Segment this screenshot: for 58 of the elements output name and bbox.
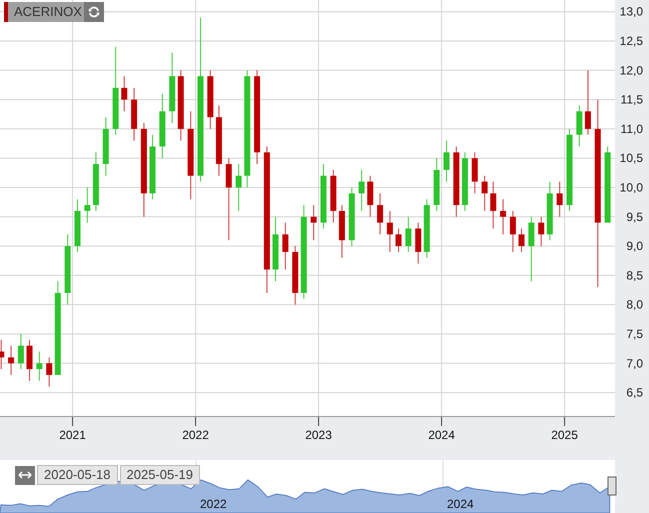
refresh-icon bbox=[88, 6, 100, 18]
x-axis-label: 2024 bbox=[428, 428, 455, 442]
y-axis-label: 13,0 bbox=[620, 4, 643, 19]
navigator-year-label: 2022 bbox=[200, 497, 227, 511]
candlestick bbox=[282, 222, 288, 270]
candlestick bbox=[377, 192, 384, 235]
y-axis-label: 6,5 bbox=[626, 386, 643, 400]
candlestick bbox=[18, 333, 24, 370]
candlestick bbox=[500, 198, 506, 235]
x-axis-label: 2023 bbox=[305, 428, 332, 442]
candlestick bbox=[367, 175, 374, 218]
candlestick bbox=[358, 169, 365, 212]
y-axis-label: 7,5 bbox=[626, 326, 643, 341]
x-axis-label: 2025 bbox=[551, 428, 578, 442]
candlestick bbox=[8, 345, 14, 376]
candlestick bbox=[443, 140, 450, 182]
candlestick bbox=[310, 204, 317, 241]
y-axis-label: 12,5 bbox=[620, 34, 643, 48]
start-date-field[interactable]: 2020-05-18 bbox=[37, 465, 118, 485]
candlestick bbox=[576, 104, 582, 147]
y-axis-label: 12,0 bbox=[620, 63, 643, 78]
candlestick bbox=[528, 216, 534, 282]
end-date-field[interactable]: 2025-05-19 bbox=[120, 465, 200, 485]
candlestick bbox=[46, 356, 52, 388]
candlestick bbox=[556, 181, 563, 218]
candlestick bbox=[396, 228, 402, 252]
y-axis-label: 10,5 bbox=[620, 151, 643, 166]
candlestick bbox=[236, 164, 242, 212]
candlestick bbox=[415, 222, 422, 264]
y-axis-label: 11,5 bbox=[620, 92, 643, 107]
instrument-name: ACERINOX bbox=[4, 2, 84, 22]
x-axis-label: 2021 bbox=[59, 428, 86, 442]
y-axis-label: 10,0 bbox=[620, 180, 643, 194]
range-handle[interactable] bbox=[608, 476, 616, 496]
candlestick bbox=[482, 175, 488, 212]
candlestick bbox=[121, 76, 128, 112]
y-axis-label: 8,0 bbox=[626, 298, 643, 312]
x-axis-label: 2022 bbox=[182, 428, 209, 442]
candlestick bbox=[36, 351, 42, 382]
candlestick bbox=[84, 186, 90, 224]
y-axis-label: 8,5 bbox=[626, 268, 643, 282]
y-axis-label: 9,5 bbox=[626, 210, 643, 224]
candlestick bbox=[472, 152, 478, 194]
candlestick bbox=[226, 158, 232, 241]
y-axis-label: 11,0 bbox=[620, 122, 643, 136]
refresh-button[interactable] bbox=[84, 2, 104, 22]
candlestick bbox=[386, 210, 393, 252]
candlestick bbox=[405, 216, 412, 252]
range-icon[interactable] bbox=[15, 466, 35, 484]
candlestick bbox=[26, 339, 33, 382]
candlestick bbox=[490, 181, 496, 230]
candlestick bbox=[518, 228, 525, 252]
navigator-year-label: 2024 bbox=[447, 497, 474, 511]
candlestick bbox=[538, 216, 544, 247]
y-axis-label: 7,0 bbox=[626, 356, 643, 370]
y-axis-label: 9,0 bbox=[626, 239, 643, 254]
candlestick bbox=[584, 70, 591, 136]
candlestick bbox=[510, 210, 516, 252]
